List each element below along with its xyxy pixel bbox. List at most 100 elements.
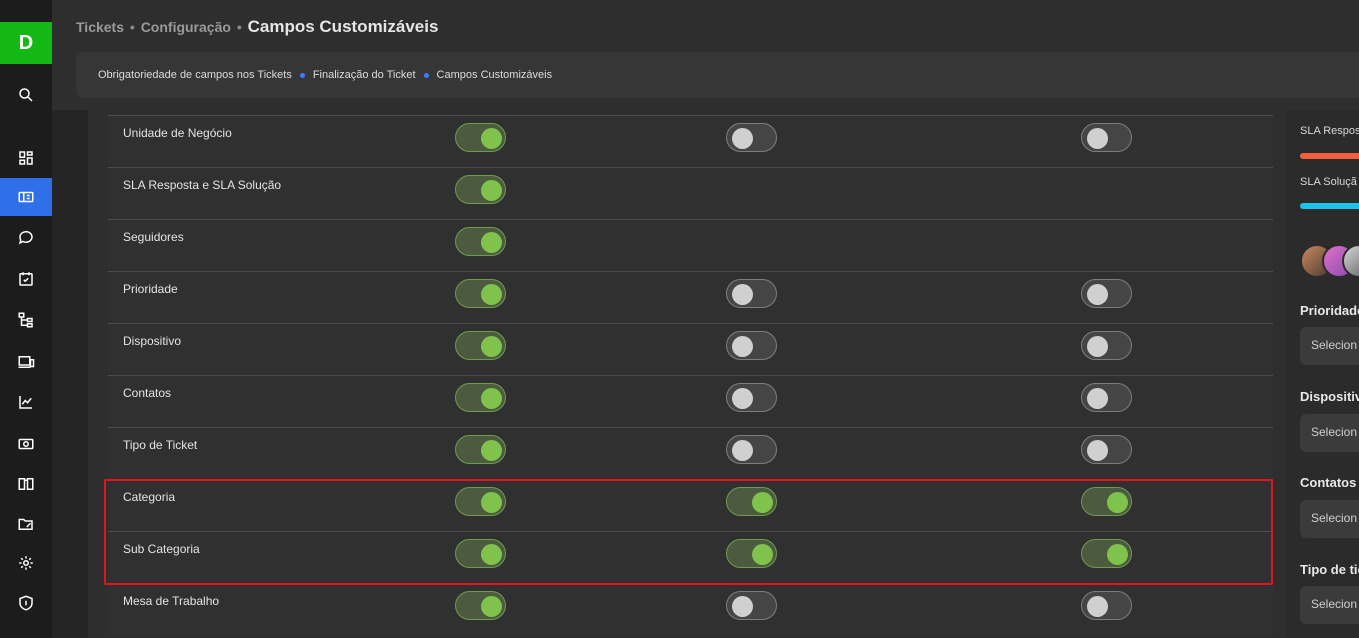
page-title: Campos Customizáveis	[247, 17, 439, 36]
toggle-switch[interactable]	[1081, 435, 1132, 464]
toggle-switch[interactable]	[726, 383, 777, 412]
toggle-knob	[481, 180, 502, 201]
toggle-switch[interactable]	[455, 331, 506, 360]
prioridade-select[interactable]: Selecion	[1300, 327, 1359, 365]
toggle-knob	[752, 544, 773, 565]
toggle-switch[interactable]	[455, 487, 506, 516]
table-row: SLA Resposta e SLA Solução	[108, 167, 1273, 219]
tab-finalizacao[interactable]: Finalização do Ticket	[313, 69, 416, 81]
calendar-check-icon	[19, 272, 33, 286]
breadcrumb: Tickets • Configuração • Campos Customiz…	[76, 17, 438, 37]
field-label: SLA Resposta e SLA Solução	[123, 178, 282, 192]
field-label: Dispositivo	[123, 334, 182, 348]
field-label: Categoria	[123, 490, 176, 504]
toggle-switch[interactable]	[726, 331, 777, 360]
breadcrumb-configuracao[interactable]: Configuração	[141, 19, 231, 35]
page-header: Tickets • Configuração • Campos Customiz…	[52, 0, 1359, 110]
toggle-knob	[481, 440, 502, 461]
chart-icon	[19, 396, 32, 409]
toggle-switch[interactable]	[1081, 539, 1132, 568]
tree-icon	[18, 312, 33, 328]
prioridade-heading: Prioridade	[1300, 303, 1359, 318]
toggle-switch[interactable]	[455, 539, 506, 568]
toggle-switch[interactable]	[1081, 487, 1132, 516]
toggle-knob	[481, 492, 502, 513]
chat-nav[interactable]	[0, 218, 52, 256]
search-nav[interactable]	[0, 76, 52, 114]
toggle-knob	[1087, 440, 1108, 461]
finance-nav[interactable]	[0, 425, 52, 463]
breadcrumb-separator: •	[236, 19, 242, 35]
table-row: Seguidores	[108, 219, 1273, 271]
bullet-icon	[299, 72, 305, 78]
sla-resposta-bar	[1300, 153, 1359, 159]
toggle-switch[interactable]	[726, 591, 777, 620]
toggle-switch[interactable]	[726, 487, 777, 516]
sla-resposta-label: SLA Respost	[1300, 125, 1359, 137]
toggle-knob	[481, 128, 502, 149]
field-label: Tipo de Ticket	[123, 438, 198, 452]
toggle-knob	[481, 284, 502, 305]
book-icon	[18, 478, 34, 490]
toggle-switch[interactable]	[1081, 123, 1132, 152]
toggle-switch[interactable]	[726, 539, 777, 568]
toggle-knob	[732, 388, 753, 409]
table-row: Categoria	[108, 479, 1273, 531]
table-row: Sub Categoria	[108, 531, 1273, 583]
tab-campos-customizaveis[interactable]: Campos Customizáveis	[437, 69, 553, 81]
toggle-switch[interactable]	[1081, 279, 1132, 308]
contatos-select[interactable]: Selecion	[1300, 500, 1359, 538]
preview-panel: SLA Respost SLA Soluçã Prioridade Seleci…	[1286, 110, 1359, 638]
field-label: Seguidores	[123, 230, 184, 244]
toggle-knob	[481, 596, 502, 617]
field-label: Unidade de Negócio	[123, 126, 232, 140]
toggle-switch[interactable]	[455, 227, 506, 256]
tipo-select[interactable]: Selecion	[1300, 586, 1359, 624]
tab-obrigatoriedade[interactable]: Obrigatoriedade de campos nos Tickets	[98, 69, 292, 81]
bullet-icon	[423, 72, 429, 78]
toggle-switch[interactable]	[455, 383, 506, 412]
toggle-switch[interactable]	[1081, 331, 1132, 360]
breadcrumb-separator: •	[129, 19, 135, 35]
toggle-switch[interactable]	[455, 279, 506, 308]
dispositivo-select[interactable]: Selecion	[1300, 414, 1359, 452]
breadcrumb-tickets[interactable]: Tickets	[76, 19, 124, 35]
security-nav[interactable]	[0, 584, 52, 622]
settings-nav[interactable]	[0, 544, 52, 582]
toggle-switch[interactable]	[726, 435, 777, 464]
sla-solucao-label: SLA Soluçã	[1300, 176, 1357, 188]
toggle-switch[interactable]	[1081, 383, 1132, 412]
toggle-switch[interactable]	[1081, 591, 1132, 620]
toggle-switch[interactable]	[455, 123, 506, 152]
knowledge-nav[interactable]	[0, 465, 52, 503]
toggle-knob	[732, 440, 753, 461]
fields-table: Unidade de Negócio SLA Resposta e SLA Sol…	[108, 115, 1273, 635]
ticket-icon	[18, 191, 34, 203]
tree-nav[interactable]	[0, 301, 52, 339]
devices-nav[interactable]	[0, 343, 52, 381]
toggle-switch[interactable]	[455, 435, 506, 464]
table-row: Tipo de Ticket	[108, 427, 1273, 479]
tickets-nav[interactable]	[0, 178, 52, 216]
folder-edit-icon	[18, 518, 33, 530]
field-label: Sub Categoria	[123, 542, 200, 556]
tipo-heading: Tipo de tic	[1300, 562, 1359, 577]
toggle-switch[interactable]	[726, 279, 777, 308]
dashboard-icon	[19, 151, 33, 165]
content-gutter	[52, 110, 88, 638]
sidebar: D	[0, 0, 52, 638]
files-nav[interactable]	[0, 505, 52, 543]
app-logo[interactable]: D	[0, 22, 52, 64]
toggle-switch[interactable]	[455, 591, 506, 620]
chat-icon	[18, 230, 33, 245]
toggle-knob	[732, 128, 753, 149]
toggle-knob	[481, 544, 502, 565]
toggle-knob	[1087, 128, 1108, 149]
search-icon	[19, 88, 33, 102]
toggle-switch[interactable]	[726, 123, 777, 152]
reports-nav[interactable]	[0, 383, 52, 421]
dashboard-nav[interactable]	[0, 139, 52, 177]
field-label: Prioridade	[123, 282, 178, 296]
toggle-switch[interactable]	[455, 175, 506, 204]
calendar-nav[interactable]	[0, 260, 52, 298]
